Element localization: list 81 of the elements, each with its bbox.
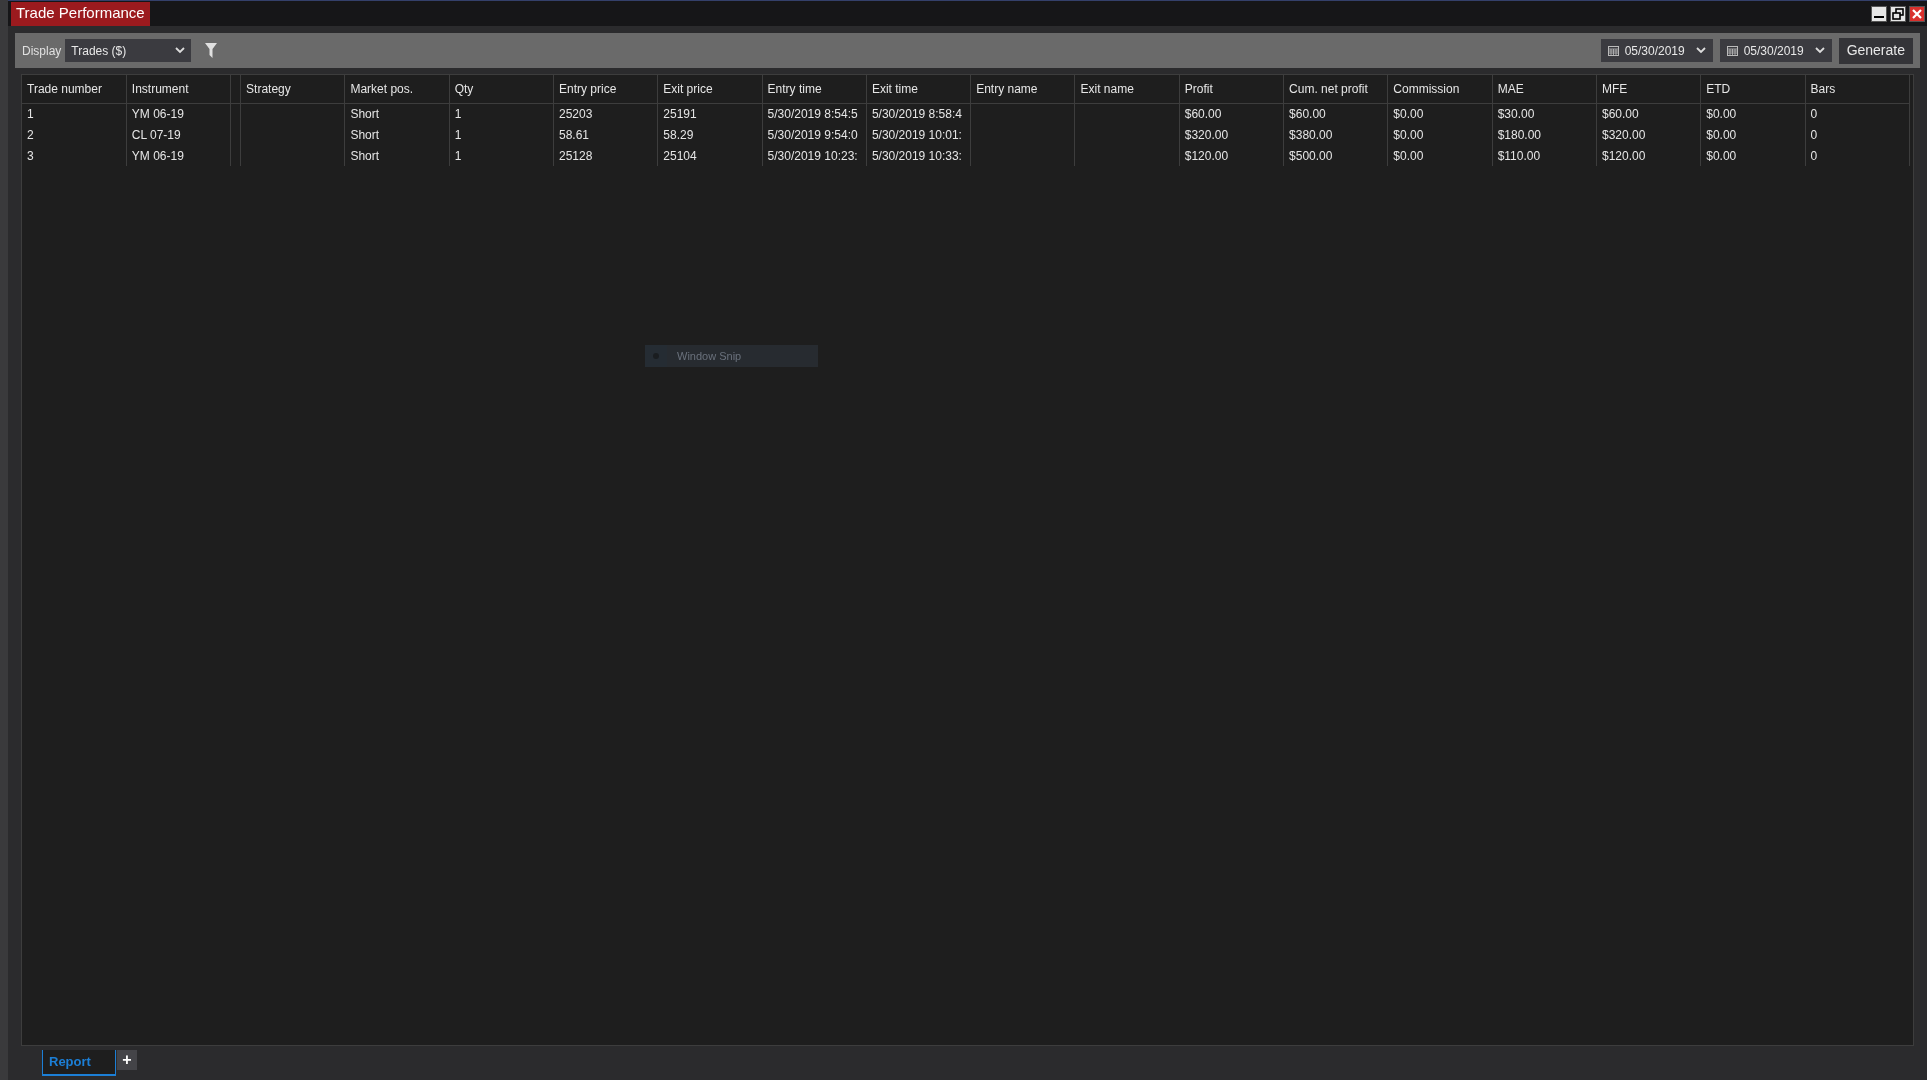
table-cell: 3 xyxy=(27,148,34,163)
snip-label: Window Snip xyxy=(677,348,742,364)
column-header[interactable]: Exit name xyxy=(1080,81,1134,96)
filter-icon[interactable] xyxy=(205,43,218,58)
table-cell: $0.00 xyxy=(1706,106,1737,121)
add-tab-button[interactable]: + xyxy=(117,1050,137,1070)
table-cell: 58.29 xyxy=(663,127,694,142)
table-cell: $60.00 xyxy=(1184,106,1222,121)
table-cell: CL 07-19 xyxy=(131,127,181,142)
table-cell: 2 xyxy=(27,127,34,142)
column-header[interactable]: Cum. net profit xyxy=(1289,81,1368,96)
table-cell: YM 06-19 xyxy=(131,148,184,163)
display-label: Display xyxy=(22,42,62,60)
calendar-icon xyxy=(1607,45,1619,56)
table-cell: $120.00 xyxy=(1184,148,1229,163)
window-title: Trade Performance xyxy=(11,1,150,26)
restore-button[interactable] xyxy=(1890,5,1906,22)
table-cell: $0.00 xyxy=(1706,148,1737,163)
table-cell: $110.00 xyxy=(1497,148,1541,163)
column-header[interactable]: Entry price xyxy=(559,81,617,96)
minimize-button[interactable] xyxy=(1871,5,1887,22)
display-dropdown[interactable]: Trades ($) xyxy=(65,39,192,62)
column-header[interactable]: MFE xyxy=(1601,81,1628,96)
column-header[interactable]: Entry name xyxy=(976,81,1038,96)
table-cell: 5/30/2019 10:23: xyxy=(767,148,858,163)
column-header[interactable]: Entry time xyxy=(767,81,822,96)
table-cell: 25104 xyxy=(663,148,697,163)
column-header[interactable]: MAE xyxy=(1497,81,1524,96)
column-header[interactable]: Bars xyxy=(1810,81,1836,96)
close-button[interactable] xyxy=(1909,5,1925,22)
table-cell: $60.00 xyxy=(1289,106,1326,121)
column-header[interactable]: Strategy xyxy=(246,81,291,96)
table-cell: 0 xyxy=(1810,106,1818,121)
table-cell: $30.00 xyxy=(1497,106,1535,121)
start-date-picker[interactable]: 05/30/2019 xyxy=(1600,39,1713,62)
table-cell: Short xyxy=(350,106,380,121)
calendar-icon xyxy=(1726,45,1738,56)
chevron-down-icon xyxy=(175,47,186,54)
table-cell: $0.00 xyxy=(1393,127,1424,142)
table-cell: 5/30/2019 10:01: xyxy=(871,127,962,142)
column-header[interactable]: Instrument xyxy=(131,81,189,96)
table-cell: 1 xyxy=(454,148,462,163)
chevron-down-icon xyxy=(1695,47,1706,54)
table-cell: 0 xyxy=(1810,148,1818,163)
table-cell: YM 06-19 xyxy=(131,106,184,121)
table-cell: 0 xyxy=(1810,127,1818,142)
column-header[interactable]: ETD xyxy=(1706,81,1731,96)
table-cell: 5/30/2019 8:54:5 xyxy=(767,106,858,121)
table-cell: $60.00 xyxy=(1601,106,1639,121)
table-cell: 1 xyxy=(454,106,462,121)
table-cell: $0.00 xyxy=(1393,106,1424,121)
table-cell: 25203 xyxy=(559,106,593,121)
table-cell: 25191 xyxy=(663,106,697,121)
table-cell: $320.00 xyxy=(1184,127,1229,142)
end-date-picker[interactable]: 05/30/2019 xyxy=(1719,39,1832,62)
table-cell: $320.00 xyxy=(1601,127,1646,142)
table-cell: 5/30/2019 10:33: xyxy=(871,148,962,163)
table-cell: 58.61 xyxy=(559,127,589,142)
generate-button[interactable]: Generate xyxy=(1838,37,1913,64)
table-cell: $0.00 xyxy=(1393,148,1424,163)
chevron-down-icon xyxy=(1814,47,1825,54)
table-cell: Short xyxy=(350,127,380,142)
table-cell: $380.00 xyxy=(1289,127,1333,142)
column-header[interactable]: Commission xyxy=(1393,81,1460,96)
table-cell: $180.00 xyxy=(1497,127,1542,142)
table-cell: 5/30/2019 8:58:4 xyxy=(871,106,962,121)
report-tab[interactable]: Report xyxy=(42,1050,116,1076)
table-cell: $120.00 xyxy=(1601,148,1646,163)
column-header[interactable]: Trade number xyxy=(27,81,102,96)
table-cell: 25128 xyxy=(559,148,593,163)
table-cell: 5/30/2019 9:54:0 xyxy=(767,127,858,142)
column-header[interactable]: Exit price xyxy=(663,81,713,96)
table-cell: $0.00 xyxy=(1706,127,1737,142)
column-header[interactable]: Market pos. xyxy=(350,81,414,96)
table-cell: 1 xyxy=(27,106,34,121)
column-header[interactable]: Exit time xyxy=(871,81,918,96)
column-header[interactable]: Profit xyxy=(1184,81,1213,96)
table-cell: $500.00 xyxy=(1289,148,1333,163)
table-cell: 1 xyxy=(454,127,462,142)
table-cell: Short xyxy=(350,148,380,163)
column-header[interactable]: Qty xyxy=(454,81,474,96)
